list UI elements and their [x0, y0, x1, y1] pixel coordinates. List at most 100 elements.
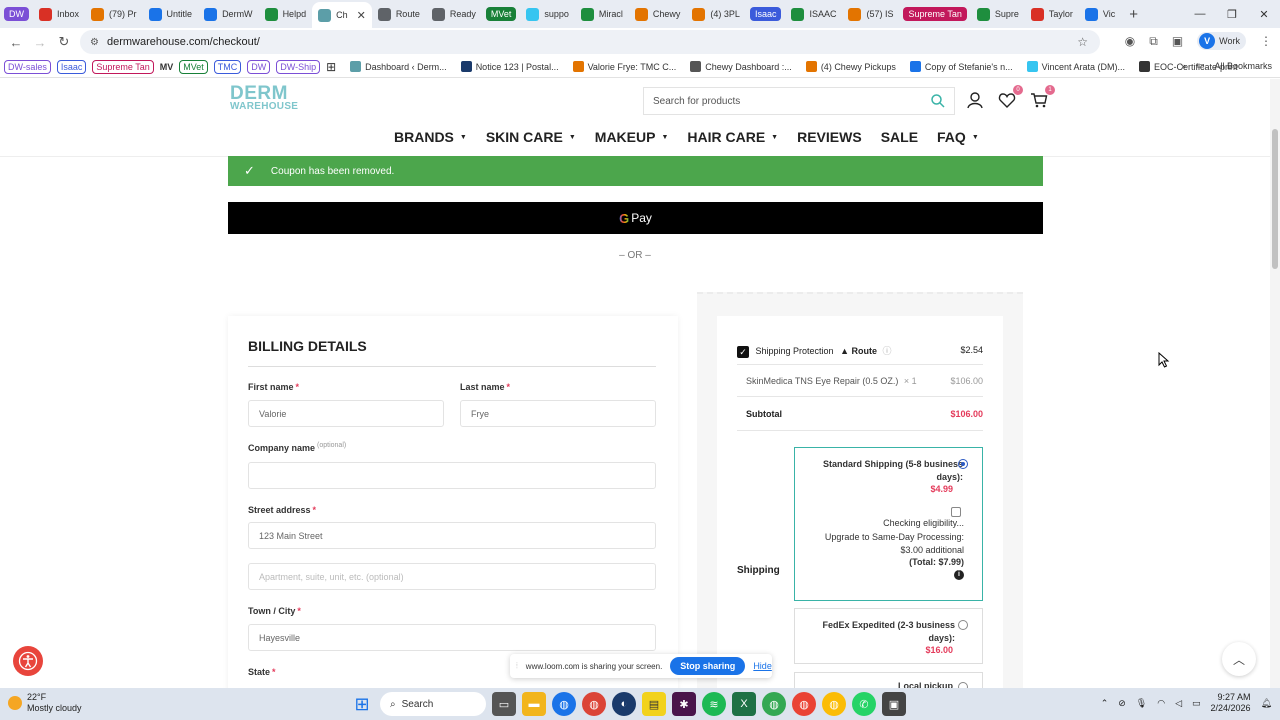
- nav-item[interactable]: SKIN CARE ▼: [486, 129, 576, 145]
- nav-item[interactable]: SALE: [881, 129, 918, 145]
- excel-icon[interactable]: X: [732, 692, 756, 716]
- street-address-field[interactable]: 123 Main Street: [248, 522, 656, 549]
- cart-icon[interactable]: 1: [1030, 85, 1055, 109]
- search-icon[interactable]: [930, 93, 946, 109]
- extension-icon[interactable]: ◉: [1125, 34, 1135, 48]
- extensions-puzzle-icon[interactable]: ⧉: [1149, 34, 1158, 49]
- new-tab-icon[interactable]: +: [1121, 6, 1146, 23]
- browser-tab[interactable]: Supreme Tan: [899, 0, 970, 28]
- forward-icon[interactable]: →: [28, 35, 52, 50]
- first-name-field[interactable]: Valorie: [248, 400, 444, 427]
- standard-shipping-radio[interactable]: [958, 459, 968, 469]
- sidepanel-icon[interactable]: ▣: [1172, 34, 1183, 48]
- scrollbar-thumb[interactable]: [1272, 129, 1278, 269]
- tab-group-label[interactable]: DW: [4, 7, 29, 21]
- apartment-field[interactable]: Apartment, suite, unit, etc. (optional): [248, 563, 656, 590]
- chevron-up-icon[interactable]: ⌃: [1101, 698, 1109, 709]
- chrome-alt-icon[interactable]: ◍: [762, 692, 786, 716]
- minimize-icon[interactable]: —: [1184, 8, 1216, 20]
- product-search-input[interactable]: Search for products: [643, 87, 955, 115]
- nav-item[interactable]: REVIEWS: [797, 129, 862, 145]
- network-off-icon[interactable]: ⊘: [1118, 698, 1126, 709]
- account-icon[interactable]: [966, 91, 984, 109]
- bookmark-chip[interactable]: DW: [247, 59, 271, 74]
- tab-group-label[interactable]: Supreme Tan: [903, 7, 967, 21]
- volume-icon[interactable]: ◁: [1175, 698, 1182, 709]
- browser-tab[interactable]: suppo: [520, 0, 575, 28]
- scroll-to-top-button[interactable]: ︿: [1222, 642, 1256, 676]
- fedex-radio[interactable]: [958, 620, 968, 630]
- shipping-protection-checkbox[interactable]: ✓: [737, 345, 749, 358]
- browser-tab[interactable]: Ready: [426, 0, 482, 28]
- browser-tab[interactable]: Route: [372, 0, 426, 28]
- whatsapp-icon[interactable]: ✆: [852, 692, 876, 716]
- sticky-notes-icon[interactable]: ▤: [642, 692, 666, 716]
- last-name-field[interactable]: Frye: [460, 400, 656, 427]
- info-icon[interactable]: ⓘ: [883, 346, 892, 356]
- battery-icon[interactable]: ▭: [1192, 698, 1201, 709]
- reload-icon[interactable]: ↻: [52, 34, 76, 50]
- same-day-checkbox[interactable]: [951, 507, 961, 517]
- accessibility-widget-button[interactable]: [13, 646, 43, 676]
- app-icon[interactable]: ◐: [612, 692, 636, 716]
- chrome-icon[interactable]: ◍: [552, 692, 576, 716]
- nav-item[interactable]: HAIR CARE ▼: [687, 129, 778, 145]
- browser-tab[interactable]: Isaac: [746, 0, 786, 28]
- chrome-alt2-icon[interactable]: ◍: [792, 692, 816, 716]
- browser-tab[interactable]: DermW: [198, 0, 259, 28]
- drag-handle-icon[interactable]: ⦙: [516, 661, 518, 671]
- mic-icon[interactable]: 🎙︎: [1136, 698, 1147, 709]
- nav-item[interactable]: FAQ ▼: [937, 129, 979, 145]
- bookmark-star-icon[interactable]: ☆: [1077, 35, 1088, 49]
- browser-tab[interactable]: Inbox: [33, 0, 85, 28]
- browser-tab[interactable]: MVet: [482, 0, 521, 28]
- bookmark-chip[interactable]: MV: [160, 62, 174, 72]
- chrome-alt3-icon[interactable]: ◍: [822, 692, 846, 716]
- back-icon[interactable]: ←: [4, 35, 28, 50]
- app-window-icon[interactable]: ▣: [882, 692, 906, 716]
- address-bar[interactable]: ⚙ dermwarehouse.com/checkout/ ☆: [80, 30, 1100, 54]
- bookmark-item[interactable]: Notice 123 | Postal...: [460, 61, 559, 72]
- nav-item[interactable]: BRANDS ▼: [394, 129, 467, 145]
- file-explorer-icon[interactable]: ▬: [522, 692, 546, 716]
- apps-grid-icon[interactable]: ⊞: [326, 60, 336, 74]
- hide-share-bar-link[interactable]: Hide: [753, 661, 772, 671]
- browser-tab[interactable]: (4) 3PL: [686, 0, 746, 28]
- menu-kebab-icon[interactable]: ⋮: [1260, 34, 1272, 48]
- restore-icon[interactable]: ❐: [1216, 8, 1248, 21]
- chevron-right-icon[interactable]: »: [1181, 61, 1186, 71]
- bookmark-chip[interactable]: MVet: [179, 59, 208, 74]
- clock[interactable]: 9:27 AM 2/24/2026: [1211, 692, 1251, 714]
- city-field[interactable]: Hayesville: [248, 624, 656, 651]
- close-window-icon[interactable]: ✕: [1248, 8, 1280, 21]
- browser-tab[interactable]: (57) IS: [842, 0, 899, 28]
- browser-tab[interactable]: Taylor: [1025, 0, 1079, 28]
- bookmark-chip[interactable]: Isaac: [56, 59, 87, 74]
- browser-tab[interactable]: Helpd: [259, 0, 313, 28]
- site-info-icon[interactable]: ⚙: [90, 37, 99, 48]
- browser-tab[interactable]: Untitle: [143, 0, 199, 28]
- taskbar-search[interactable]: ⌕ Search: [380, 692, 486, 716]
- bookmark-item[interactable]: (4) Chewy Pickups: [805, 61, 896, 72]
- bookmark-chip[interactable]: TMC: [213, 59, 242, 74]
- bookmark-item[interactable]: Chewy Dashboard :...: [690, 61, 792, 72]
- browser-tab[interactable]: DW: [0, 0, 33, 28]
- standard-shipping-option[interactable]: Standard Shipping (5-8 business days): $…: [794, 447, 983, 601]
- google-pay-button[interactable]: G Pay: [228, 202, 1043, 234]
- task-view-icon[interactable]: ▭: [492, 692, 516, 716]
- browser-tab[interactable]: Ch ✕: [312, 2, 372, 28]
- chrome-profile-icon[interactable]: ◍: [582, 692, 606, 716]
- site-logo[interactable]: DERM WAREHOUSE: [230, 84, 298, 113]
- windows-start-icon[interactable]: ⊞: [350, 692, 374, 716]
- browser-tab[interactable]: Miracl: [575, 0, 629, 28]
- bookmark-item[interactable]: Dashboard ‹ Derm...: [350, 61, 447, 72]
- wifi-icon[interactable]: ◠: [1157, 698, 1165, 709]
- nav-item[interactable]: MAKEUP ▼: [595, 129, 669, 145]
- browser-tab[interactable]: Vic: [1079, 0, 1121, 28]
- spotify-icon[interactable]: ≋: [702, 692, 726, 716]
- all-bookmarks[interactable]: » ▭ All Bookmarks: [1181, 60, 1272, 71]
- stop-sharing-button[interactable]: Stop sharing: [670, 657, 746, 675]
- browser-tab[interactable]: (79) Pr: [85, 0, 143, 28]
- bookmark-chip[interactable]: Supreme Tan: [92, 59, 154, 74]
- browser-tab[interactable]: ISAAC: [785, 0, 842, 28]
